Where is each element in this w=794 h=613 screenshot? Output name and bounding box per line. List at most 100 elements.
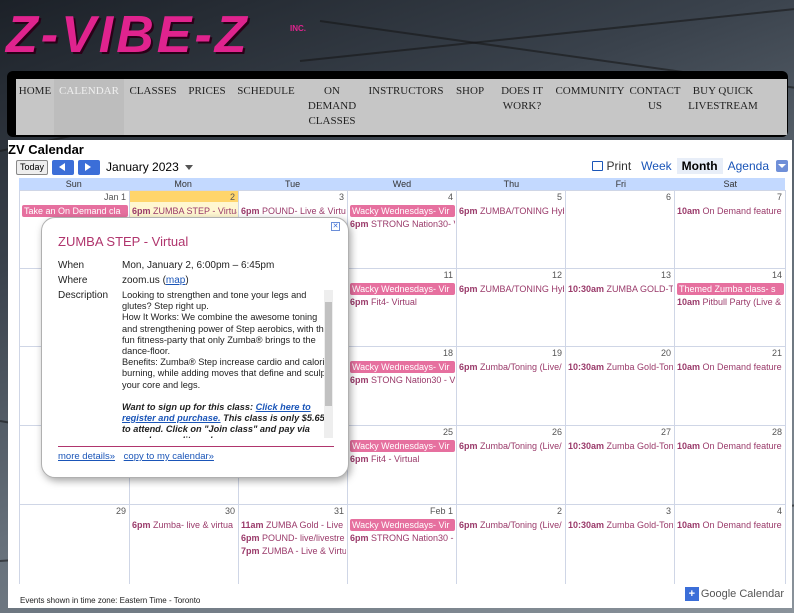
google-calendar-button[interactable]: + Google Calendar <box>684 587 784 601</box>
calendar-event[interactable]: 10:30am Zumba Gold-Toni <box>568 519 673 531</box>
calendar-event[interactable]: 6pm POUND- Live & Virtu <box>241 205 346 217</box>
site-logo[interactable]: Z-VIBE-Z INC. <box>6 6 306 64</box>
day-cell[interactable]: 25 <box>348 426 457 504</box>
calendar-event[interactable]: 6pm Zumba/Toning (Live/ <box>459 361 564 373</box>
day-number[interactable]: 13 <box>661 270 671 280</box>
calendar-event[interactable]: Wacky Wednesdays- Vir <box>350 283 455 295</box>
nav-item[interactable]: PRICES <box>182 79 232 135</box>
nav-item[interactable]: INSTRUCTORS <box>364 79 448 135</box>
description-text[interactable]: Looking to strengthen and tone your legs… <box>122 290 334 438</box>
nav-item[interactable]: CALENDAR <box>54 79 124 135</box>
chevron-down-icon[interactable] <box>184 164 193 170</box>
day-number[interactable]: Jan 1 <box>104 192 126 202</box>
calendar-event[interactable]: 6pm ZUMBA STEP - Virtua <box>132 205 237 217</box>
month-label[interactable]: January 2023 <box>106 160 179 174</box>
day-number[interactable]: 4 <box>448 192 453 202</box>
view-week[interactable]: Week <box>636 158 676 174</box>
day-number[interactable]: 20 <box>661 348 671 358</box>
calendar-event[interactable]: 10am On Demand feature <box>677 361 784 373</box>
nav-item[interactable]: ON DEMAND CLASSES <box>300 79 364 135</box>
day-cell[interactable]: 29 <box>20 505 130 584</box>
day-number[interactable]: 25 <box>443 427 453 437</box>
calendar-event[interactable]: 7pm ZUMBA - Live & Virtu <box>241 545 346 557</box>
close-icon[interactable]: ✕ <box>331 222 340 231</box>
day-cell[interactable]: 5 <box>457 191 566 268</box>
calendar-event[interactable]: 10am On Demand feature <box>677 440 784 452</box>
day-cell[interactable]: Feb 1 <box>348 505 457 584</box>
day-number[interactable]: 5 <box>557 192 562 202</box>
day-cell[interactable]: 18 <box>348 347 457 425</box>
calendar-event[interactable]: 6pm STRONG Nation30 - <box>350 532 455 544</box>
day-number[interactable]: 29 <box>116 506 126 516</box>
day-cell[interactable]: 4 <box>675 505 786 584</box>
calendar-event[interactable]: 6pm Zumba/Toning (Live/ <box>459 519 564 531</box>
day-number[interactable]: 2 <box>230 192 235 202</box>
calendar-event[interactable]: 6pm Fit4 - Virtual <box>350 453 455 465</box>
calendar-event[interactable]: 10am On Demand feature <box>677 205 784 217</box>
nav-item[interactable]: CLASSES <box>124 79 182 135</box>
nav-item[interactable]: SHOP <box>448 79 492 135</box>
day-number[interactable]: 3 <box>666 506 671 516</box>
day-cell[interactable]: 13 <box>566 269 675 346</box>
view-dropdown-button[interactable] <box>776 160 788 172</box>
day-cell[interactable]: 30 <box>130 505 239 584</box>
next-month-button[interactable] <box>78 159 101 175</box>
day-cell[interactable]: 12 <box>457 269 566 346</box>
calendar-event[interactable]: Wacky Wednesdays- Vir <box>350 440 455 452</box>
day-number[interactable]: 14 <box>772 270 782 280</box>
scrollbar-thumb[interactable] <box>325 302 332 406</box>
view-month[interactable]: Month <box>676 158 723 174</box>
day-number[interactable]: 27 <box>661 427 671 437</box>
day-number[interactable]: 28 <box>772 427 782 437</box>
prev-month-button[interactable] <box>52 159 75 175</box>
nav-item[interactable]: DOES IT WORK? <box>492 79 552 135</box>
day-cell[interactable]: 3 <box>566 505 675 584</box>
calendar-event[interactable]: 10:30am Zumba Gold-Toni <box>568 440 673 452</box>
day-cell[interactable]: 19 <box>457 347 566 425</box>
today-button[interactable]: Today <box>16 159 49 175</box>
day-number[interactable]: 30 <box>225 506 235 516</box>
day-number[interactable]: 3 <box>339 192 344 202</box>
calendar-event[interactable]: Wacky Wednesdays- Vir <box>350 519 455 531</box>
day-cell[interactable]: 28 <box>675 426 786 504</box>
day-cell[interactable]: 6 <box>566 191 675 268</box>
nav-item[interactable]: CONTACT US <box>628 79 682 135</box>
day-cell[interactable]: 26 <box>457 426 566 504</box>
day-number[interactable]: 19 <box>552 348 562 358</box>
view-agenda[interactable]: Agenda <box>723 158 774 174</box>
day-number[interactable]: 11 <box>444 270 453 280</box>
nav-item[interactable]: SCHEDULE <box>232 79 300 135</box>
calendar-event[interactable]: 6pm STONG Nation30 - V <box>350 374 455 386</box>
day-number[interactable]: 18 <box>443 348 453 358</box>
day-number[interactable]: 21 <box>772 348 782 358</box>
print-button[interactable]: Print <box>587 158 636 174</box>
copy-to-calendar-link[interactable]: copy to my calendar» <box>124 451 214 462</box>
more-details-link[interactable]: more details» <box>58 451 115 462</box>
calendar-event[interactable]: Themed Zumba class- s <box>677 283 784 295</box>
calendar-event[interactable]: 10:30am Zumba Gold-Toni <box>568 361 673 373</box>
calendar-event[interactable]: 10am On Demand feature <box>677 519 784 531</box>
map-link[interactable]: map <box>166 275 185 286</box>
calendar-event[interactable]: 10:30am ZUMBA GOLD-TO <box>568 283 673 295</box>
nav-item[interactable]: HOME <box>16 79 54 135</box>
calendar-event[interactable]: 6pm POUND- live/livestre <box>241 532 346 544</box>
day-number[interactable]: 2 <box>557 506 562 516</box>
nav-item[interactable]: COMMUNITY <box>552 79 628 135</box>
calendar-event[interactable]: Wacky Wednesdays- Vir <box>350 205 455 217</box>
calendar-event[interactable]: 6pm Zumba- live & virtua <box>132 519 237 531</box>
description-scrollbar[interactable] <box>324 290 333 438</box>
calendar-event[interactable]: 6pm ZUMBA/TONING Hyb <box>459 283 564 295</box>
day-cell[interactable]: 7 <box>675 191 786 268</box>
day-cell[interactable]: 2 <box>457 505 566 584</box>
day-cell[interactable]: 27 <box>566 426 675 504</box>
calendar-event[interactable]: Wacky Wednesdays- Vir <box>350 361 455 373</box>
day-cell[interactable]: 21 <box>675 347 786 425</box>
day-number[interactable]: 7 <box>777 192 782 202</box>
day-cell[interactable]: 20 <box>566 347 675 425</box>
day-number[interactable]: 26 <box>552 427 562 437</box>
day-number[interactable]: 12 <box>552 270 562 280</box>
calendar-event[interactable]: 6pm ZUMBA/TONING Hyb <box>459 205 564 217</box>
calendar-event[interactable]: 6pm Fit4- Virtual <box>350 296 455 308</box>
day-number[interactable]: 6 <box>666 192 671 202</box>
calendar-event[interactable]: 6pm STRONG Nation30- V <box>350 218 455 230</box>
